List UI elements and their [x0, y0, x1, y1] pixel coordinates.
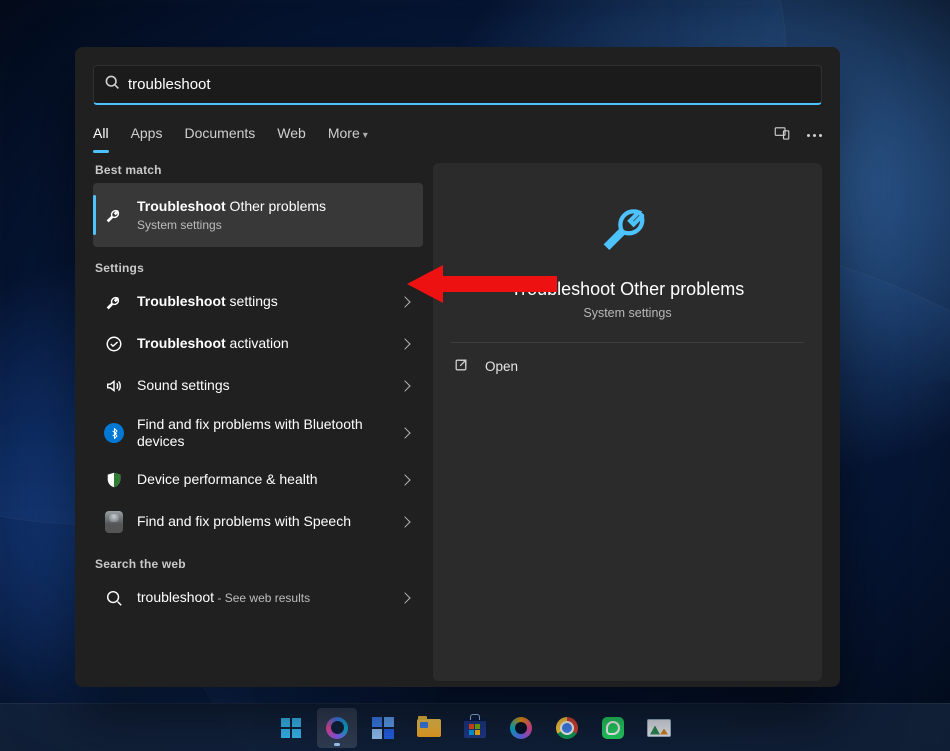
taskbar-copilot[interactable] [501, 708, 541, 748]
chevron-right-icon [399, 516, 410, 527]
taskbar-microsoft-store[interactable] [455, 708, 495, 748]
chevron-right-icon [399, 380, 410, 391]
whatsapp-icon [602, 717, 624, 739]
windows-logo-icon [281, 718, 301, 738]
result-troubleshoot-settings[interactable]: Troubleshoot settings [93, 281, 423, 323]
search-icon [103, 589, 125, 607]
open-action[interactable]: Open [451, 349, 804, 384]
taskbar-whatsapp[interactable] [593, 708, 633, 748]
device-sync-icon[interactable] [773, 124, 791, 147]
open-external-icon [453, 357, 469, 376]
taskbar-search-button[interactable] [317, 708, 357, 748]
result-detail-panel: Troubleshoot Other problems System setti… [433, 163, 822, 681]
taskbar-file-explorer[interactable] [409, 708, 449, 748]
search-input[interactable] [128, 76, 811, 93]
check-circle-icon [103, 335, 125, 353]
tab-apps[interactable]: Apps [131, 125, 163, 145]
tab-documents[interactable]: Documents [184, 125, 255, 145]
search-ring-icon [326, 717, 348, 739]
group-search-web: Search the web [95, 557, 423, 571]
chevron-right-icon [399, 592, 410, 603]
start-button[interactable] [271, 708, 311, 748]
search-icon [104, 74, 120, 95]
wrench-icon [103, 206, 125, 224]
result-troubleshoot-activation[interactable]: Troubleshoot activation [93, 323, 423, 365]
chevron-right-icon [399, 338, 410, 349]
chevron-right-icon [399, 427, 410, 438]
speaker-icon [103, 377, 125, 395]
copilot-icon [510, 717, 532, 739]
folder-icon [417, 719, 441, 737]
tab-web[interactable]: Web [277, 125, 306, 145]
bluetooth-icon [103, 423, 125, 443]
tab-all[interactable]: All [93, 125, 109, 145]
search-bar[interactable] [93, 65, 822, 105]
pictures-icon [647, 719, 671, 737]
chevron-right-icon [399, 296, 410, 307]
result-web-search[interactable]: troubleshoot - See web results [93, 577, 423, 619]
result-speech-fix[interactable]: Find and fix problems with Speech [93, 501, 423, 543]
wrench-icon [596, 195, 660, 259]
chevron-down-icon: ▾ [363, 130, 368, 141]
detail-subtitle: System settings [583, 306, 671, 320]
microphone-icon [103, 511, 125, 533]
detail-title: Troubleshoot Other problems [511, 279, 744, 300]
group-best-match: Best match [95, 163, 423, 177]
result-bluetooth-fix[interactable]: Find and fix problems with Bluetooth dev… [93, 407, 423, 459]
tab-more[interactable]: More▾ [328, 125, 368, 145]
result-device-performance[interactable]: Device performance & health [93, 459, 423, 501]
search-flyout: All Apps Documents Web More▾ Best match [75, 47, 840, 687]
taskbar-pictures[interactable] [639, 708, 679, 748]
shield-icon [103, 470, 125, 490]
chrome-icon [556, 717, 578, 739]
more-options-icon[interactable] [807, 134, 822, 137]
search-scope-tabs: All Apps Documents Web More▾ [93, 121, 822, 149]
taskbar-chrome[interactable] [547, 708, 587, 748]
taskbar [0, 703, 950, 751]
store-icon [464, 718, 486, 738]
group-settings: Settings [95, 261, 423, 275]
widgets-icon [372, 717, 394, 739]
chevron-right-icon [399, 474, 410, 485]
results-list: Best match Troubleshoot Other problems S… [93, 159, 423, 681]
taskbar-widgets[interactable] [363, 708, 403, 748]
result-sound-settings[interactable]: Sound settings [93, 365, 423, 407]
result-best-match[interactable]: Troubleshoot Other problems System setti… [93, 183, 423, 247]
divider [451, 342, 804, 343]
wrench-icon [103, 293, 125, 311]
